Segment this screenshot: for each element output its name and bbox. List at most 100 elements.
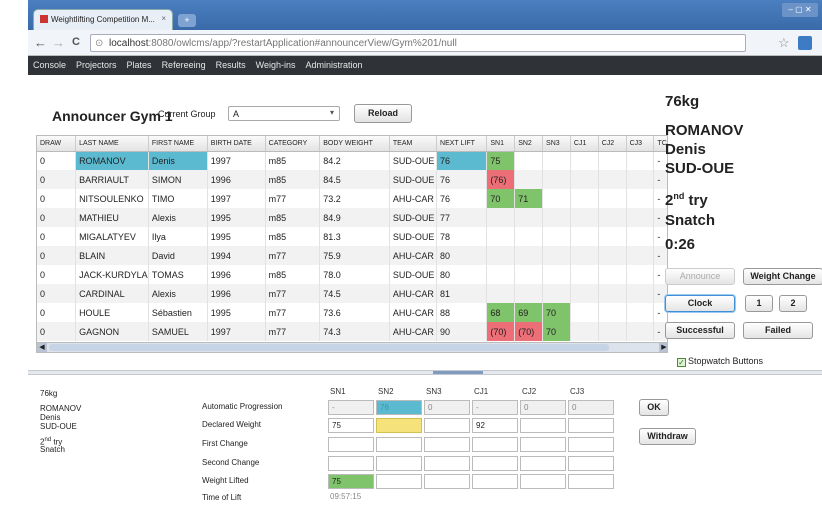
cell-sn1[interactable]	[486, 208, 516, 227]
cell-cj3[interactable]	[626, 246, 655, 265]
cell-birth[interactable]: 1997	[207, 189, 266, 208]
cell-last[interactable]: ROMANOV	[75, 151, 149, 170]
cell-sn1[interactable]	[486, 246, 516, 265]
cell-cj3[interactable]	[626, 170, 655, 189]
cell-team[interactable]: SUD-OUE	[389, 265, 438, 284]
new-tab-button[interactable]: +	[178, 14, 196, 27]
forward-arrow-icon[interactable]: →	[52, 35, 65, 50]
declared-weight-cj2-field[interactable]	[520, 418, 566, 433]
cell-bw[interactable]: 78.0	[319, 265, 390, 284]
splitter-grip[interactable]	[433, 371, 483, 374]
cell-cat[interactable]: m77	[265, 246, 321, 265]
cell-next[interactable]: 76	[436, 189, 488, 208]
browser-tab[interactable]: Weightlifting Competition M... ×	[33, 9, 173, 30]
second-change-sn1-field[interactable]	[328, 456, 374, 471]
cell-cj1[interactable]	[570, 227, 599, 246]
cell-last[interactable]: JACK-KURDYLA	[75, 265, 149, 284]
cell-next[interactable]: 90	[436, 322, 488, 341]
menu-plates[interactable]: Plates	[122, 56, 157, 70]
declared-weight-sn2-field[interactable]	[376, 418, 422, 433]
first-change-sn1-field[interactable]	[328, 437, 374, 452]
cell-cj3[interactable]	[626, 151, 655, 170]
table-row[interactable]: 0 CARDINAL Alexis 1996 m77 74.5 AHU-CAR 81-	[37, 284, 667, 303]
cell-draw[interactable]: 0	[37, 303, 77, 322]
cell-first[interactable]: Denis	[148, 151, 208, 170]
announce-button[interactable]: Announce	[665, 268, 735, 285]
cell-draw[interactable]: 0	[37, 246, 77, 265]
cell-team[interactable]: AHU-CAR	[389, 189, 438, 208]
cell-cj2[interactable]	[598, 303, 627, 322]
cell-sn1[interactable]: (76)	[486, 170, 516, 189]
cell-sn3[interactable]	[542, 170, 571, 189]
reload-icon[interactable]: C	[72, 36, 80, 48]
weight-lifted-cj3-field[interactable]	[568, 474, 614, 489]
stopwatch-toggle[interactable]: ✓ Stopwatch Buttons	[677, 356, 763, 367]
cell-draw[interactable]: 0	[37, 170, 77, 189]
cell-cj1[interactable]	[570, 189, 599, 208]
cell-bw[interactable]: 73.6	[319, 303, 390, 322]
cell-first[interactable]: Alexis	[148, 284, 208, 303]
failed-button[interactable]: Failed	[743, 322, 813, 339]
cell-draw[interactable]: 0	[37, 189, 77, 208]
cell-cj2[interactable]	[598, 151, 627, 170]
cell-bw[interactable]: 73.2	[319, 189, 390, 208]
cell-first[interactable]: Sébastien	[148, 303, 208, 322]
cell-cat[interactable]: m85	[265, 208, 321, 227]
cell-sn1[interactable]: 75	[486, 151, 516, 170]
cell-next[interactable]: 80	[436, 246, 488, 265]
url-input[interactable]: ⊙ localhost:8080/owlcms/app/?restartAppli…	[90, 34, 746, 52]
cell-birth[interactable]: 1995	[207, 303, 266, 322]
col-header-cj2[interactable]: CJ2	[598, 136, 627, 152]
cell-cat[interactable]: m85	[265, 151, 321, 170]
cell-draw[interactable]: 0	[37, 151, 77, 170]
weight-lifted-sn3-field[interactable]	[424, 474, 470, 489]
cell-sn3[interactable]	[542, 208, 571, 227]
cell-bw[interactable]: 74.3	[319, 322, 390, 341]
cell-sn3[interactable]	[542, 189, 571, 208]
cell-team[interactable]: AHU-CAR	[389, 322, 438, 341]
cell-sn3[interactable]: 70	[542, 303, 571, 322]
cell-cj3[interactable]	[626, 265, 655, 284]
cell-sn2[interactable]: (70)	[514, 322, 544, 341]
col-header-next-lift[interactable]: NEXT LIFT	[436, 136, 488, 152]
cell-birth[interactable]: 1997	[207, 151, 266, 170]
cell-cj2[interactable]	[598, 284, 627, 303]
cell-sn3[interactable]	[542, 227, 571, 246]
cell-sn2[interactable]	[514, 208, 544, 227]
bookmark-star-icon[interactable]: ☆	[778, 35, 790, 51]
first-change-cj1-field[interactable]	[472, 437, 518, 452]
weight-lifted-cj2-field[interactable]	[520, 474, 566, 489]
cell-next[interactable]: 76	[436, 151, 488, 170]
withdraw-button[interactable]: Withdraw	[639, 428, 696, 445]
cell-cj2[interactable]	[598, 189, 627, 208]
cell-next[interactable]: 81	[436, 284, 488, 303]
cell-birth[interactable]: 1996	[207, 265, 266, 284]
cell-team[interactable]: SUD-OUE	[389, 170, 438, 189]
second-change-sn2-field[interactable]	[376, 456, 422, 471]
horizontal-scrollbar[interactable]: ◀ ▶	[37, 342, 667, 352]
window-controls[interactable]: – ▢ ✕	[782, 3, 818, 17]
cell-cj1[interactable]	[570, 265, 599, 284]
cell-birth[interactable]: 1996	[207, 284, 266, 303]
menu-weigh-ins[interactable]: Weigh-ins	[251, 56, 301, 70]
cell-sn2[interactable]	[514, 151, 544, 170]
cell-cj3[interactable]	[626, 303, 655, 322]
cell-cj3[interactable]	[626, 208, 655, 227]
cell-first[interactable]: TIMO	[148, 189, 208, 208]
cell-sn3[interactable]	[542, 265, 571, 284]
extension-icon[interactable]	[798, 36, 812, 50]
cell-team[interactable]: AHU-CAR	[389, 284, 438, 303]
cell-cj1[interactable]	[570, 170, 599, 189]
cell-sn2[interactable]	[514, 170, 544, 189]
cell-first[interactable]: Ilya	[148, 227, 208, 246]
cell-team[interactable]: SUD-OUE	[389, 227, 438, 246]
cell-last[interactable]: BARRIAULT	[75, 170, 149, 189]
cell-cj3[interactable]	[626, 284, 655, 303]
table-row[interactable]: 0 ROMANOV Denis 1997 m85 84.2 SUD-OUE 76 75-	[37, 151, 667, 170]
col-header-first-name[interactable]: FIRST NAME	[148, 136, 208, 152]
cell-next[interactable]: 88	[436, 303, 488, 322]
cell-bw[interactable]: 74.5	[319, 284, 390, 303]
cell-cj1[interactable]	[570, 208, 599, 227]
cell-birth[interactable]: 1994	[207, 246, 266, 265]
cell-sn2[interactable]	[514, 246, 544, 265]
